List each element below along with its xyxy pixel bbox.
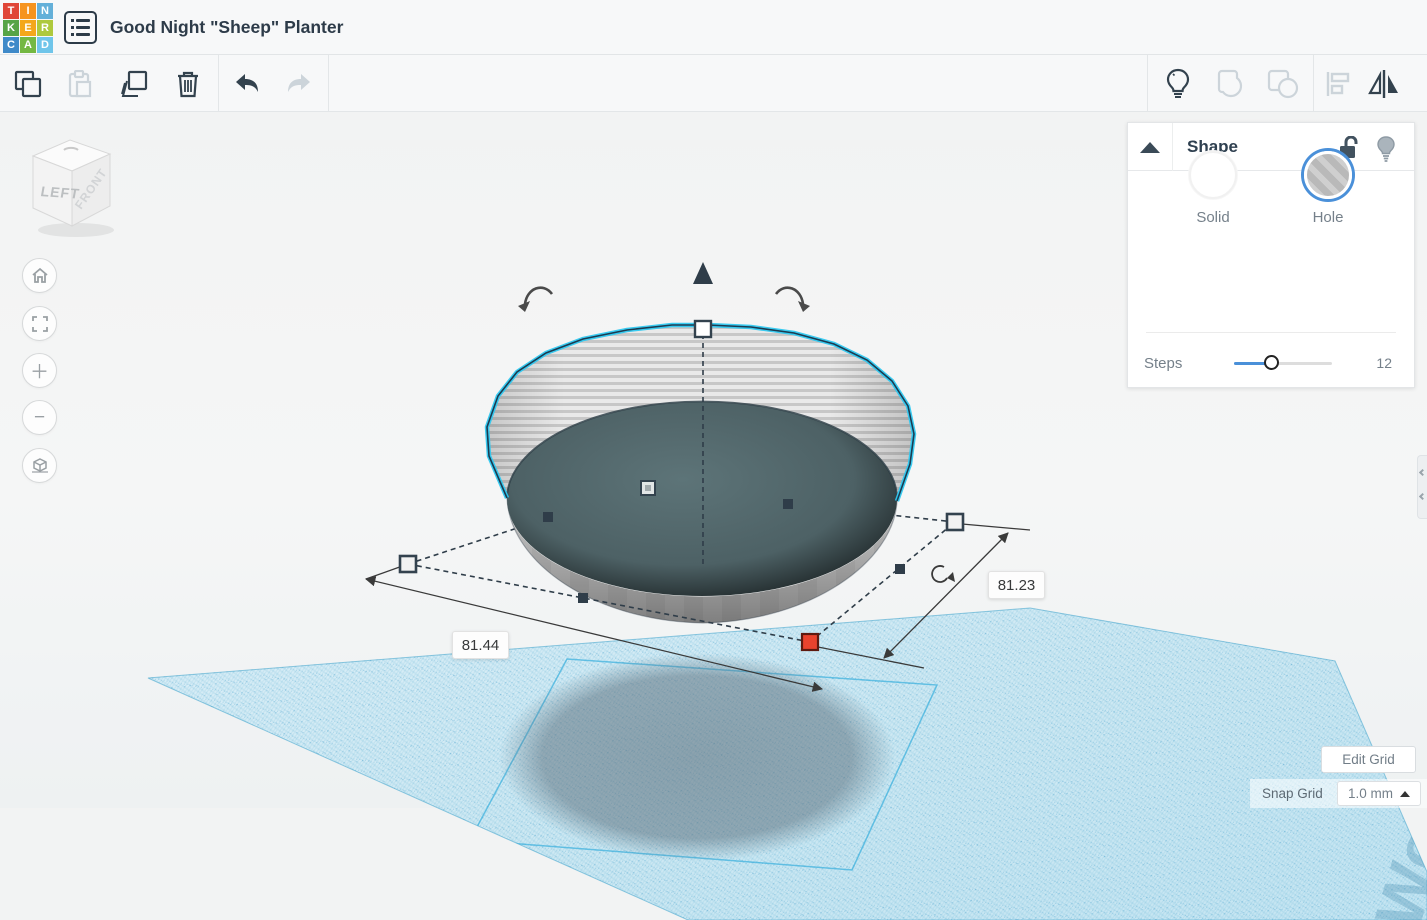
hole-swatch[interactable] [1304, 151, 1352, 199]
steps-slider-thumb[interactable] [1264, 355, 1279, 370]
logo-tile: N [37, 3, 53, 19]
panel-divider [1146, 332, 1396, 333]
snap-grid-row: Snap Grid 1.0 mm [1250, 779, 1427, 808]
group-icon[interactable] [1212, 64, 1252, 104]
scale-handle-top[interactable] [693, 319, 713, 339]
zoom-in-button[interactable]: ＋ [22, 353, 57, 388]
mirror-icon[interactable] [1364, 64, 1404, 104]
app-header: TIN KER CAD Good Night "Sheep" Planter [0, 0, 1427, 55]
design-menu-icon[interactable] [64, 11, 97, 44]
copy-icon[interactable] [8, 64, 48, 104]
steps-slider[interactable] [1234, 355, 1332, 370]
lightbulb-icon[interactable] [1158, 64, 1198, 104]
scale-handle-corner-active[interactable] [800, 632, 820, 652]
main-toolbar [0, 55, 1427, 112]
shape-inspector-panel: Shape Solid Hole Steps 12 [1127, 122, 1415, 388]
rotate-handle-right[interactable] [774, 286, 810, 312]
logo-tile: D [37, 37, 53, 53]
logo-tile: K [3, 20, 19, 36]
dimension-width-label[interactable]: 81.44 [452, 631, 509, 659]
align-icon[interactable] [1318, 64, 1358, 104]
undo-icon[interactable] [226, 64, 266, 104]
tinkercad-logo[interactable]: TIN KER CAD [3, 3, 54, 54]
ungroup-icon[interactable] [1264, 64, 1304, 104]
steps-label: Steps [1144, 355, 1183, 372]
collapse-triangle-icon [1140, 141, 1160, 153]
logo-tile: E [20, 20, 36, 36]
edit-grid-button[interactable]: Edit Grid [1321, 746, 1416, 773]
solid-swatch[interactable] [1189, 151, 1237, 199]
logo-tile: T [3, 3, 19, 19]
zoom-out-button[interactable]: − [22, 400, 57, 435]
perspective-toggle-button[interactable] [22, 448, 57, 483]
solid-label: Solid [1196, 209, 1230, 226]
collapse-panel-button[interactable] [1128, 123, 1173, 171]
fit-view-button[interactable] [22, 306, 57, 341]
snap-grid-label: Snap Grid [1262, 786, 1323, 801]
viewcube-shadow [38, 223, 114, 237]
solid-option[interactable]: Solid [1168, 151, 1258, 226]
dropdown-up-arrow-icon [1400, 790, 1410, 797]
duplicate-icon[interactable] [114, 64, 154, 104]
chevron-left-icon [1418, 492, 1427, 501]
edge-midpoint-handle[interactable] [543, 512, 553, 522]
paste-icon[interactable] [60, 64, 100, 104]
bowl-interior [506, 400, 898, 596]
rotate-handle-left[interactable] [518, 286, 554, 312]
home-view-button[interactable] [22, 258, 57, 293]
chevron-left-icon [1418, 468, 1427, 477]
center-handle-dot [645, 485, 651, 491]
snap-grid-value: 1.0 mm [1347, 786, 1393, 801]
edge-midpoint-handle[interactable] [895, 564, 905, 574]
logo-tile: C [3, 37, 19, 53]
scale-handle-corner-left[interactable] [398, 554, 418, 574]
home-icon [31, 267, 48, 283]
fit-view-icon [31, 315, 48, 332]
object-shadow [499, 653, 895, 861]
dimension-depth-label[interactable]: 81.23 [988, 571, 1045, 599]
workplane[interactable]: Workplane [147, 593, 1427, 920]
snap-grid-dropdown[interactable]: 1.0 mm [1337, 781, 1421, 806]
scale-handle-corner-right[interactable] [945, 512, 965, 532]
hole-option[interactable]: Hole [1283, 151, 1373, 226]
hole-label: Hole [1312, 209, 1344, 226]
steps-value: 12 [1376, 355, 1392, 371]
steps-row: Steps 12 [1128, 345, 1416, 385]
design-title[interactable]: Good Night "Sheep" Planter [110, 17, 343, 38]
delete-icon[interactable] [168, 64, 208, 104]
edge-midpoint-handle[interactable] [578, 593, 588, 603]
panel-edge-tab[interactable] [1417, 455, 1427, 519]
hide-lightbulb-icon[interactable] [1376, 136, 1396, 167]
view-cube[interactable]: LEFT FRONT [18, 132, 122, 247]
raise-arrow-handle[interactable] [693, 262, 713, 284]
logo-tile: I [20, 3, 36, 19]
redo-icon[interactable] [280, 64, 320, 104]
rotate-dimension-arrow[interactable] [947, 572, 955, 582]
logo-tile: R [37, 20, 53, 36]
edge-midpoint-handle[interactable] [783, 499, 793, 509]
perspective-icon [31, 457, 48, 473]
logo-tile: A [20, 37, 36, 53]
